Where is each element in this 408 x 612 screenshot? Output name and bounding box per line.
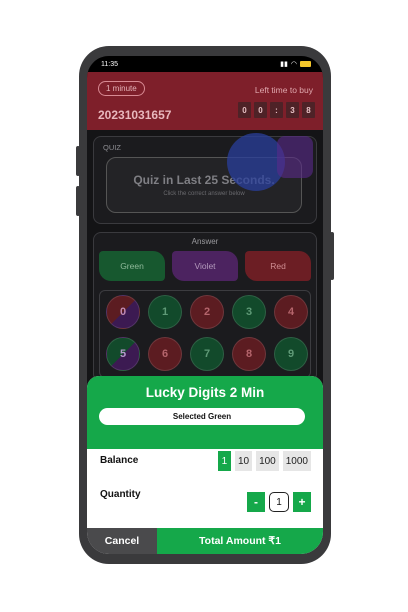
signal-icon: ▮▮ xyxy=(280,61,288,68)
status-bar: 11:35 ▮▮ ◠ xyxy=(87,56,323,72)
period-id: 20231031657 xyxy=(98,108,172,122)
decorative-blob xyxy=(277,136,313,178)
digit-6-button[interactable]: 6 xyxy=(148,337,182,371)
balance-option-100[interactable]: 100 xyxy=(256,451,279,471)
quiz-subtitle: Click the correct answer below xyxy=(163,191,245,197)
balance-option-1[interactable]: 1 xyxy=(217,451,231,471)
cancel-button[interactable]: Cancel xyxy=(87,528,157,554)
violet-button[interactable]: Violet xyxy=(172,251,238,281)
timer-digit: 0 xyxy=(238,102,251,118)
answer-label: Answer xyxy=(191,237,219,246)
phone-frame: 11:35 ▮▮ ◠ 1 minute 20231031657 Left tim… xyxy=(79,46,331,564)
countdown-timer: 0 0 : 3 8 xyxy=(238,102,315,118)
wifi-icon: ◠ xyxy=(290,61,297,68)
digit-2-button[interactable]: 2 xyxy=(190,295,224,329)
battery-icon xyxy=(300,61,311,67)
selected-badge: Selected Green xyxy=(99,408,305,425)
timer-digit: 0 xyxy=(254,102,267,118)
red-button[interactable]: Red xyxy=(245,251,311,281)
timer-separator: : xyxy=(270,102,283,118)
bet-sheet: Lucky Digits 2 Min Selected Green Balanc… xyxy=(87,376,323,554)
timer-digit: 8 xyxy=(302,102,315,118)
quiz-label: QUIZ xyxy=(103,143,121,152)
volume-down-button xyxy=(76,186,80,216)
digit-4-button[interactable]: 4 xyxy=(274,295,308,329)
quantity-stepper: - 1 + xyxy=(247,492,311,512)
power-button xyxy=(330,232,334,280)
left-time-label: Left time to buy xyxy=(254,85,313,95)
timer-digit: 3 xyxy=(286,102,299,118)
digit-9-button[interactable]: 9 xyxy=(274,337,308,371)
status-time: 11:35 xyxy=(101,60,118,68)
digit-grid: 0 1 2 3 4 5 6 7 8 9 xyxy=(99,290,311,378)
quantity-plus-button[interactable]: + xyxy=(293,492,311,512)
balance-options: 1 10 100 1000 xyxy=(217,451,311,471)
balance-option-1000[interactable]: 1000 xyxy=(282,451,311,471)
green-button[interactable]: Green xyxy=(99,251,165,281)
period-pill[interactable]: 1 minute xyxy=(98,81,145,96)
total-amount-button[interactable]: Total Amount ₹1 xyxy=(157,528,323,554)
digit-1-button[interactable]: 1 xyxy=(148,295,182,329)
answer-card: Answer Green Violet Red 0 1 2 3 4 5 6 7 … xyxy=(93,232,317,382)
digit-3-button[interactable]: 3 xyxy=(232,295,266,329)
sheet-title: Lucky Digits 2 Min xyxy=(145,385,265,400)
quantity-input[interactable]: 1 xyxy=(269,492,289,512)
digit-7-button[interactable]: 7 xyxy=(190,337,224,371)
quantity-minus-button[interactable]: - xyxy=(247,492,265,512)
digit-8-button[interactable]: 8 xyxy=(232,337,266,371)
phone-screen: 11:35 ▮▮ ◠ 1 minute 20231031657 Left tim… xyxy=(87,56,323,554)
balance-option-10[interactable]: 10 xyxy=(234,451,253,471)
digit-5-button[interactable]: 5 xyxy=(106,337,140,371)
status-icons: ▮▮ ◠ xyxy=(280,60,311,68)
sheet-footer: Cancel Total Amount ₹1 xyxy=(87,528,323,554)
sheet-header: Lucky Digits 2 Min Selected Green xyxy=(87,376,323,449)
quantity-label: Quantity xyxy=(100,489,141,500)
period-banner: 1 minute 20231031657 Left time to buy 0 … xyxy=(87,72,323,130)
volume-up-button xyxy=(76,146,80,176)
digit-0-button[interactable]: 0 xyxy=(106,295,140,329)
balance-label: Balance xyxy=(100,455,139,466)
